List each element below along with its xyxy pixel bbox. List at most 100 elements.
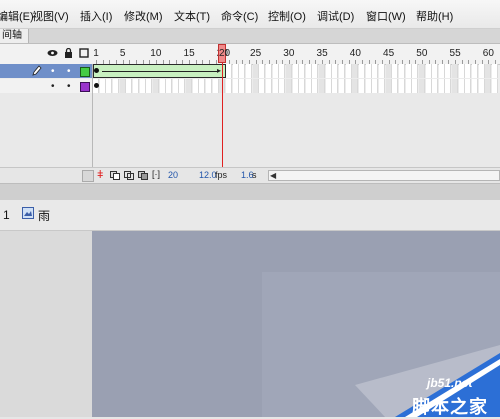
frame-cell[interactable] (465, 79, 472, 93)
menu-control[interactable]: 控制(O) (268, 8, 306, 24)
playhead-handle[interactable]: 20 (218, 44, 230, 63)
frame-cell[interactable] (432, 79, 439, 93)
layer-1-frames[interactable]: ▸ (93, 64, 500, 78)
frame-cell[interactable] (285, 79, 292, 93)
trash-icon[interactable] (82, 170, 94, 182)
frame-cell[interactable] (106, 79, 113, 93)
frame-ruler[interactable]: 151015202530354045505560 (93, 44, 500, 64)
frame-cell[interactable] (132, 79, 139, 93)
frame-cell[interactable] (412, 79, 419, 93)
frame-cell[interactable] (179, 79, 186, 93)
frame-cell[interactable] (438, 64, 445, 78)
frame-cell[interactable] (99, 79, 106, 93)
frame-cell[interactable] (305, 64, 312, 78)
frame-cell[interactable] (299, 64, 306, 78)
frame-cell[interactable] (226, 64, 232, 78)
frame-cell[interactable] (325, 79, 332, 93)
frame-rate-value[interactable]: 12.0 (199, 170, 217, 180)
eye-icon[interactable] (47, 48, 58, 58)
frame-cell[interactable] (485, 79, 492, 93)
frame-cell[interactable] (332, 79, 339, 93)
frame-cell[interactable] (226, 79, 232, 93)
layer-row-2[interactable]: • • (0, 79, 500, 93)
frame-cell[interactable] (378, 79, 385, 93)
frame-cell[interactable] (418, 64, 425, 78)
frame-cell[interactable] (245, 64, 252, 78)
layer-1-visible-dot[interactable]: • (51, 66, 55, 77)
menu-debug[interactable]: 调试(D) (317, 8, 354, 24)
frame-cell[interactable] (478, 79, 485, 93)
frame-cell[interactable] (385, 79, 392, 93)
menu-commands[interactable]: 命令(C) (221, 8, 258, 24)
frame-cell[interactable] (292, 79, 299, 93)
menu-view[interactable]: 视图(V) (32, 8, 69, 24)
frame-cell[interactable] (332, 64, 339, 78)
layer-2-visible-dot[interactable]: • (51, 81, 55, 92)
frame-cell[interactable] (292, 64, 299, 78)
frame-cell[interactable] (252, 64, 259, 78)
scene-icon[interactable] (22, 207, 34, 219)
frame-cell[interactable] (412, 64, 419, 78)
frame-cell[interactable] (166, 79, 173, 93)
frame-cell[interactable] (492, 64, 498, 78)
frame-cell[interactable] (319, 79, 326, 93)
frame-cell[interactable] (485, 64, 492, 78)
frame-cell[interactable] (452, 79, 459, 93)
layer-1-color-swatch[interactable] (80, 67, 90, 77)
frame-cell[interactable] (272, 79, 279, 93)
center-frame-icon[interactable]: ǂ (97, 169, 103, 181)
frame-cell[interactable] (272, 64, 279, 78)
frame-cell[interactable] (232, 64, 239, 78)
frame-cell[interactable] (112, 79, 119, 93)
frame-cell[interactable] (146, 79, 153, 93)
scroll-left-arrow-icon[interactable]: ◀ (270, 171, 276, 180)
frame-cell[interactable] (239, 64, 246, 78)
current-frame-value[interactable]: 20 (168, 170, 178, 180)
layer-2-lock-dot[interactable]: • (67, 81, 71, 92)
keyframe-dot[interactable] (94, 68, 99, 73)
frame-cell[interactable] (385, 64, 392, 78)
frame-cell[interactable] (245, 79, 252, 93)
layer-1-lock-dot[interactable]: • (67, 66, 71, 77)
frame-cell[interactable] (438, 79, 445, 93)
scene-name[interactable]: 雨 (38, 207, 50, 224)
frame-cell[interactable] (492, 79, 498, 93)
menu-edit[interactable]: 编辑(E) (0, 8, 34, 24)
frame-cell[interactable] (398, 64, 405, 78)
frame-cell[interactable] (126, 79, 133, 93)
frame-cell[interactable] (398, 79, 405, 93)
frame-cell[interactable] (445, 79, 452, 93)
frame-cell[interactable] (452, 64, 459, 78)
frame-cell[interactable] (172, 79, 179, 93)
frame-cell[interactable] (319, 64, 326, 78)
menu-insert[interactable]: 插入(I) (80, 8, 112, 24)
frame-cell[interactable] (352, 79, 359, 93)
frame-cell[interactable] (299, 79, 306, 93)
layer-2-name-area[interactable]: • • (0, 79, 93, 93)
outline-icon[interactable] (79, 48, 89, 58)
menu-text[interactable]: 文本(T) (174, 8, 210, 24)
frame-cell[interactable] (206, 79, 213, 93)
layer-panel-divider[interactable] (92, 64, 93, 168)
panel-divider-strip[interactable] (0, 183, 500, 201)
edit-multiple-frames-icon[interactable] (138, 171, 148, 183)
frame-cell[interactable] (186, 79, 193, 93)
frame-cell[interactable] (265, 79, 272, 93)
frame-cell[interactable] (345, 79, 352, 93)
frame-cell[interactable] (259, 79, 266, 93)
frame-cell[interactable] (279, 79, 286, 93)
frame-cell[interactable] (325, 64, 332, 78)
frame-cell[interactable] (445, 64, 452, 78)
frame-cell[interactable] (152, 79, 159, 93)
frame-cell[interactable] (192, 79, 199, 93)
frame-cell[interactable] (425, 79, 432, 93)
frame-cell[interactable] (392, 64, 399, 78)
frame-cell[interactable] (265, 64, 272, 78)
onion-skin-icon[interactable] (110, 171, 120, 183)
frame-cell[interactable] (405, 64, 412, 78)
frame-cell[interactable] (472, 79, 479, 93)
keyframe-dot[interactable] (94, 83, 99, 88)
menu-modify[interactable]: 修改(M) (124, 8, 163, 24)
frame-cell[interactable] (312, 64, 319, 78)
frame-cell[interactable] (365, 79, 372, 93)
